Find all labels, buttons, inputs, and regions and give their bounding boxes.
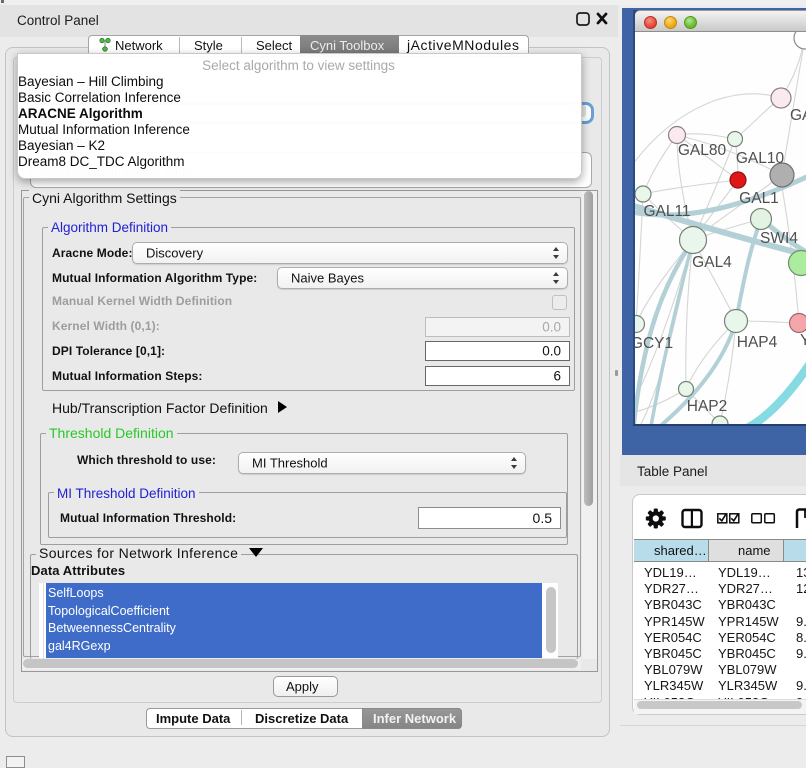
svg-text:GAL11: GAL11 [643,203,690,220]
svg-text:GAL80: GAL80 [678,142,727,159]
svg-text:HAP2: HAP2 [687,398,728,415]
svg-text:GAL4: GAL4 [692,254,732,271]
svg-text:GAL7: GAL7 [790,107,806,124]
svg-text:GCY1: GCY1 [635,335,673,352]
svg-text:HAP4: HAP4 [737,334,778,351]
svg-text:GAL1: GAL1 [739,190,779,207]
svg-text:GAL10: GAL10 [736,150,785,167]
svg-text:SWI4: SWI4 [760,230,798,247]
svg-text:Y: Y [800,332,806,349]
